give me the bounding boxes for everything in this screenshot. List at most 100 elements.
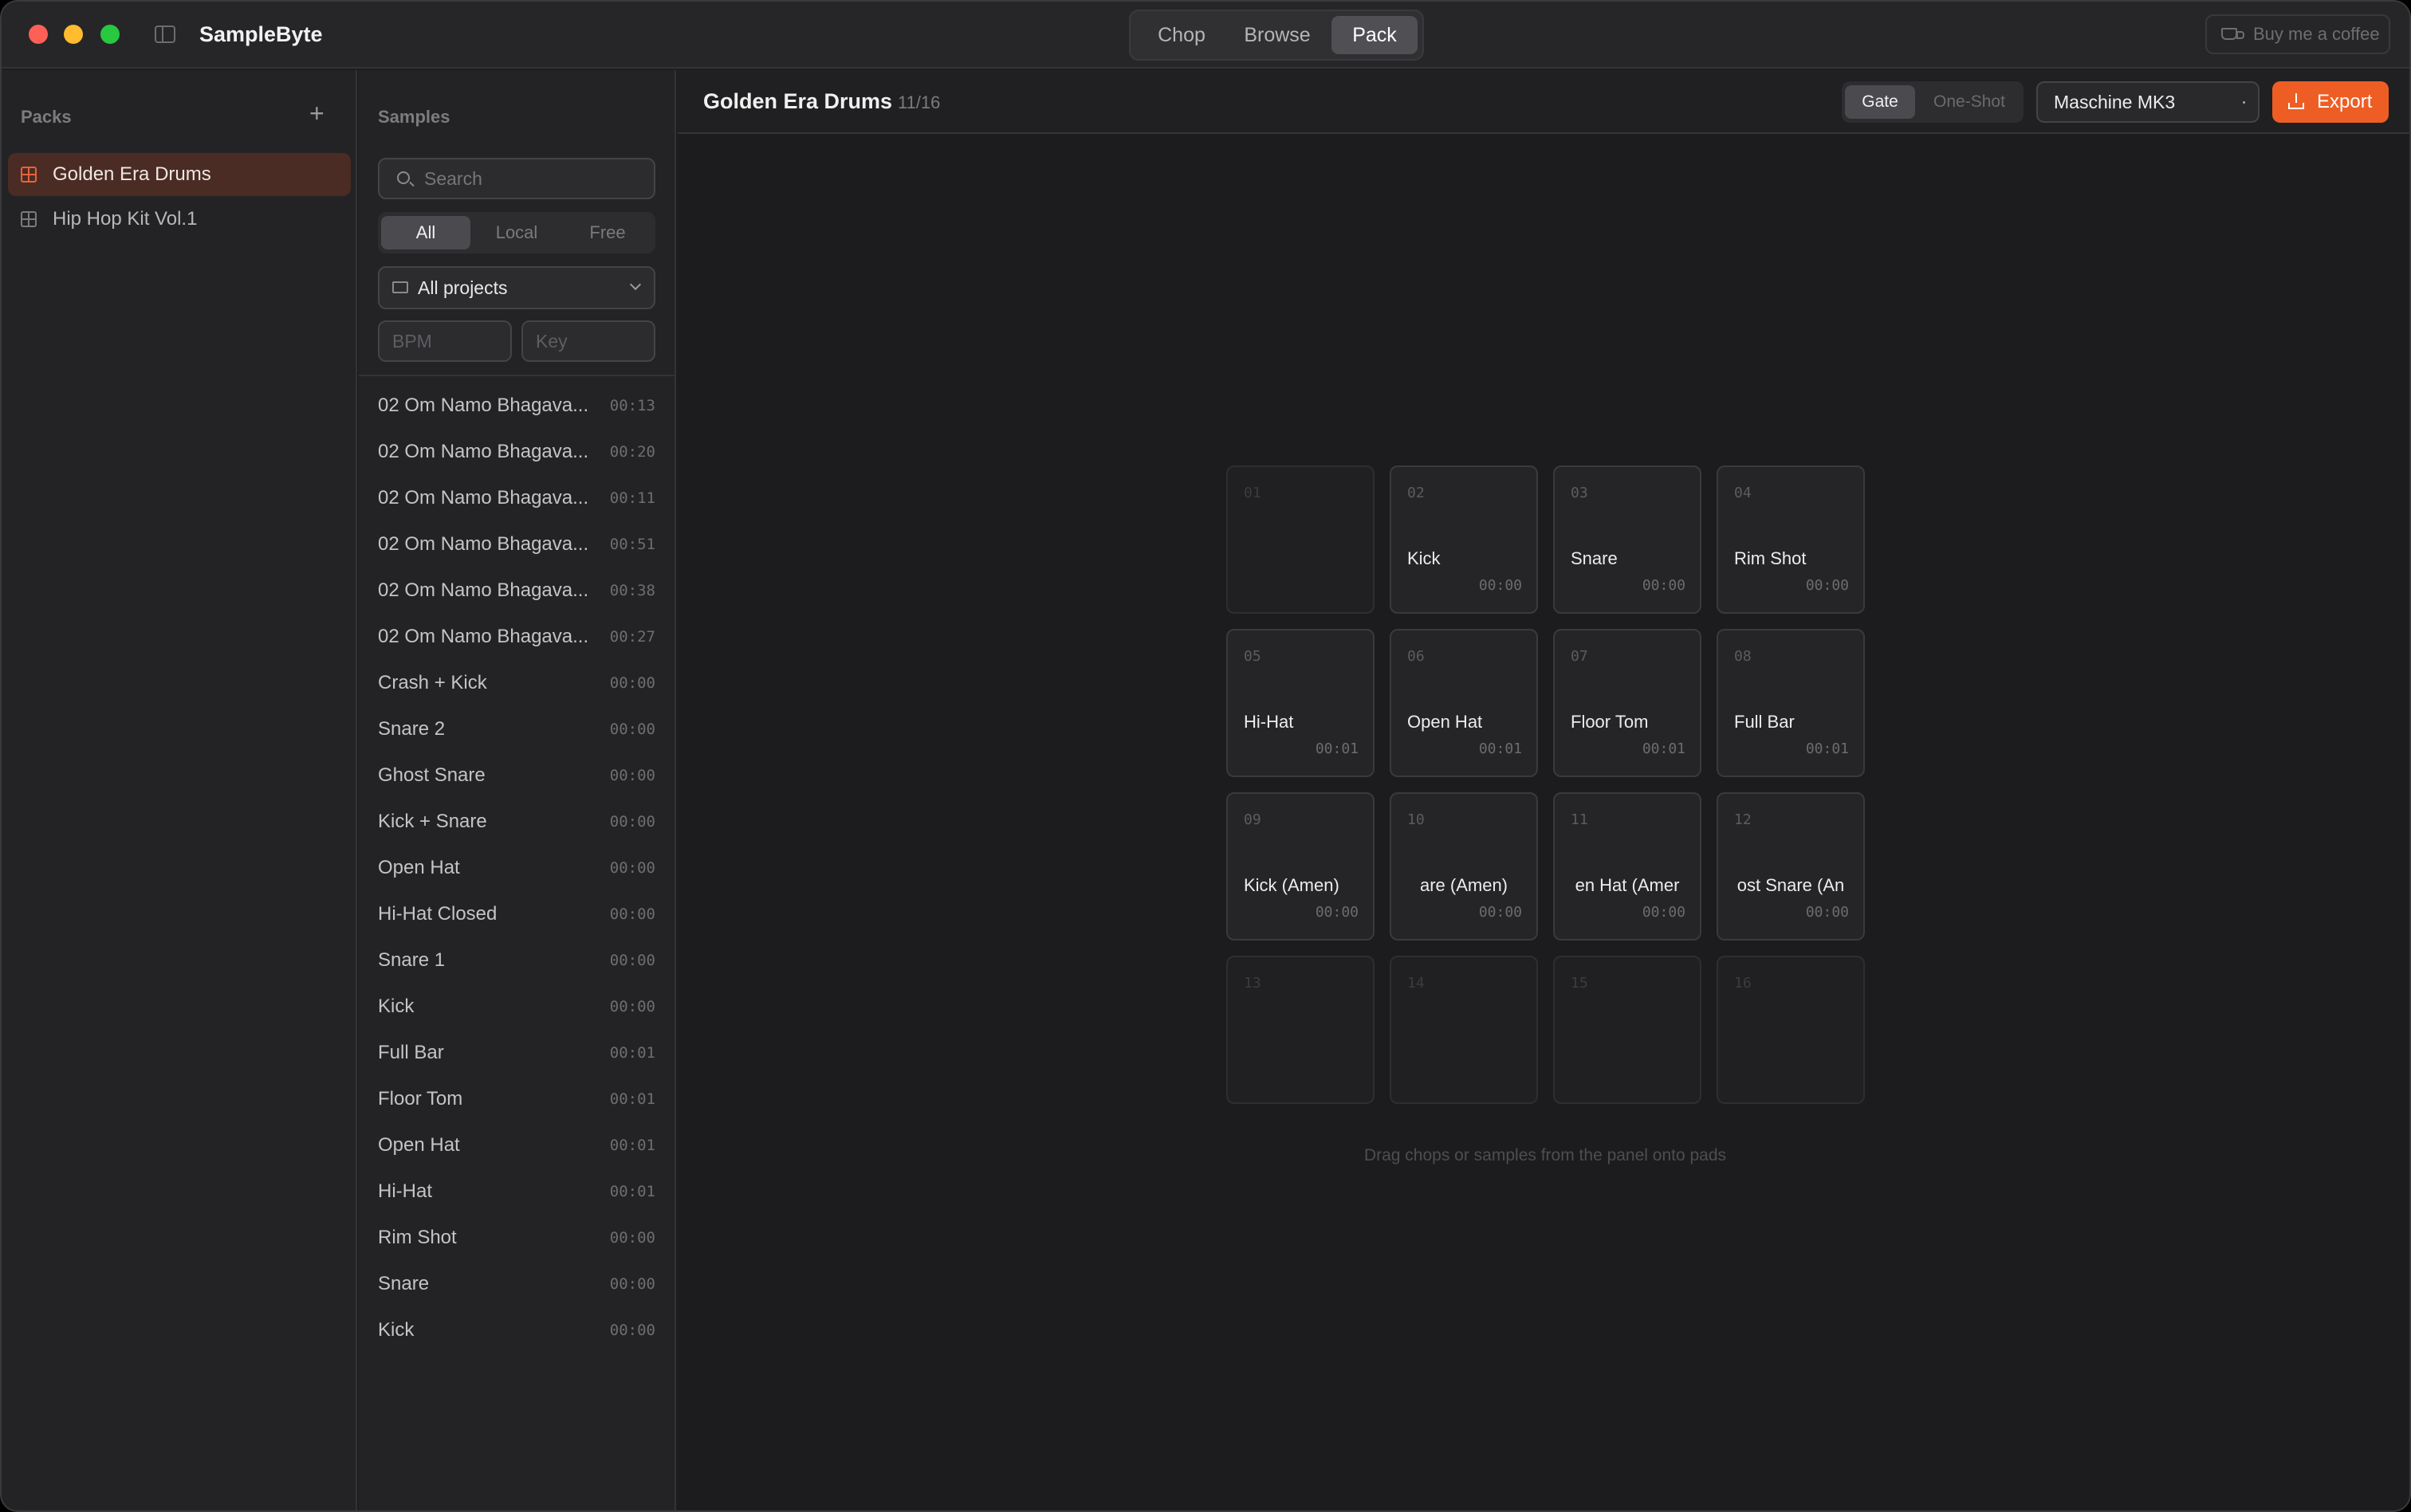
sample-row[interactable]: Floor Tom 00:01 — [378, 1076, 655, 1122]
pad-label: Full Bar — [1734, 712, 1795, 732]
sample-row[interactable]: Hi-Hat Closed 00:00 — [378, 891, 655, 937]
sample-row[interactable]: 02 Om Namo Bhagava... 00:27 — [378, 614, 655, 660]
sample-row[interactable]: 02 Om Namo Bhagava... 00:20 — [378, 429, 655, 475]
tab-pack[interactable]: Pack — [1331, 16, 1418, 54]
pad-08[interactable]: 08 Full Bar 00:01 — [1717, 629, 1865, 777]
tab-chop[interactable]: Chop — [1139, 16, 1225, 54]
sample-name: Full Bar — [378, 1042, 444, 1063]
pad-02[interactable]: 02 Kick 00:00 — [1390, 465, 1538, 614]
sample-row[interactable]: Snare 00:00 — [378, 1261, 655, 1307]
samples-panel: Samples Search All Local Free All projec… — [359, 70, 676, 1510]
sample-row[interactable]: Snare 1 00:00 — [378, 937, 655, 984]
sample-duration: 00:00 — [609, 721, 655, 738]
sample-duration: 00:51 — [609, 536, 655, 553]
export-button[interactable]: Export — [2272, 81, 2389, 123]
pad-11[interactable]: 11 en Hat (Amer 00:00 — [1553, 792, 1701, 941]
pad-label: Kick — [1407, 548, 1441, 568]
pad-12[interactable]: 12 ost Snare (An 00:00 — [1717, 792, 1865, 941]
device-select[interactable]: Maschine MK3 — [2036, 81, 2260, 123]
pad-number: 01 — [1244, 485, 1261, 501]
pad-duration: 00:01 — [1805, 740, 1849, 757]
sample-row[interactable]: Snare 2 00:00 — [378, 706, 655, 752]
close-window-button[interactable] — [29, 25, 48, 44]
filter-free[interactable]: Free — [563, 216, 652, 249]
sample-duration: 00:00 — [609, 674, 655, 692]
pad-label: Rim Shot — [1734, 548, 1807, 568]
filter-all[interactable]: All — [381, 216, 470, 249]
minimize-window-button[interactable] — [64, 25, 83, 44]
sample-duration: 00:00 — [609, 813, 655, 831]
pack-item-golden-era-drums[interactable]: Golden Era Drums — [8, 153, 351, 196]
packs-panel: Packs + Golden Era Drums Hip Hop Kit Vol… — [2, 70, 357, 1510]
sample-name: Kick — [378, 1319, 415, 1341]
add-pack-button[interactable]: + — [309, 100, 324, 126]
sample-row[interactable]: 02 Om Namo Bhagava... 00:38 — [378, 567, 655, 614]
pack-item-label: Hip Hop Kit Vol.1 — [53, 208, 198, 230]
sample-row[interactable]: 02 Om Namo Bhagava... 00:11 — [378, 475, 655, 521]
sample-row[interactable]: Ghost Snare 00:00 — [378, 752, 655, 799]
app-title: SampleByte — [199, 22, 323, 46]
pad-number: 07 — [1571, 648, 1588, 665]
pad-duration: 00:00 — [1805, 904, 1849, 921]
pad-16[interactable]: 16 — [1717, 956, 1865, 1104]
sample-row[interactable]: Rim Shot 00:00 — [378, 1215, 655, 1261]
pad-number: 15 — [1571, 975, 1588, 992]
pad-duration: 00:00 — [1478, 577, 1522, 594]
sidebar-toggle-icon[interactable] — [155, 26, 175, 43]
sample-row[interactable]: Kick 00:00 — [378, 984, 655, 1030]
pad-09[interactable]: 09 Kick (Amen) 00:00 — [1226, 792, 1375, 941]
mode-one-shot[interactable]: One-Shot — [1918, 85, 2020, 119]
sample-row[interactable]: 02 Om Namo Bhagava... 00:13 — [378, 383, 655, 429]
pad-duration: 00:00 — [1478, 904, 1522, 921]
pad-number: 02 — [1407, 485, 1425, 501]
sample-name: Snare — [378, 1273, 430, 1294]
sample-row[interactable]: 02 Om Namo Bhagava... 00:51 — [378, 521, 655, 567]
pad-04[interactable]: 04 Rim Shot 00:00 — [1717, 465, 1865, 614]
grid-icon — [21, 211, 37, 227]
pad-06[interactable]: 06 Open Hat 00:01 — [1390, 629, 1538, 777]
pad-01[interactable]: 01 — [1226, 465, 1375, 614]
pad-label: Hi-Hat — [1244, 712, 1294, 732]
pad-05[interactable]: 05 Hi-Hat 00:01 — [1226, 629, 1375, 777]
coffee-cup-icon — [2221, 28, 2244, 40]
sample-duration: 00:00 — [609, 952, 655, 969]
pad-07[interactable]: 07 Floor Tom 00:01 — [1553, 629, 1701, 777]
pad-duration: 00:00 — [1642, 577, 1685, 594]
mode-gate[interactable]: Gate — [1845, 85, 1915, 119]
buy-coffee-button[interactable]: Buy me a coffee — [2205, 14, 2390, 54]
playback-mode: Gate One-Shot — [1842, 81, 2024, 123]
key-input[interactable]: Key — [521, 320, 655, 362]
tab-browse[interactable]: Browse — [1229, 16, 1325, 54]
search-input[interactable]: Search — [378, 158, 655, 199]
pad-number: 03 — [1571, 485, 1588, 501]
pad-number: 14 — [1407, 975, 1425, 992]
pad-label: ost Snare (An — [1736, 875, 1845, 895]
pad-13[interactable]: 13 — [1226, 956, 1375, 1104]
zoom-window-button[interactable] — [100, 25, 120, 44]
pad-label: en Hat (Amer — [1575, 875, 1680, 895]
pad-15[interactable]: 15 — [1553, 956, 1701, 1104]
pad-number: 11 — [1571, 811, 1588, 828]
pad-14[interactable]: 14 — [1390, 956, 1538, 1104]
pad-10[interactable]: 10 are (Amen) 00:00 — [1390, 792, 1538, 941]
sample-row[interactable]: Hi-Hat 00:01 — [378, 1168, 655, 1215]
pad-duration: 00:01 — [1478, 740, 1522, 757]
sample-row[interactable]: Kick + Snare 00:00 — [378, 799, 655, 845]
filter-local[interactable]: Local — [472, 216, 561, 249]
project-select[interactable]: All projects — [378, 266, 655, 309]
pad-label: are (Amen) — [1419, 875, 1508, 895]
pad-03[interactable]: 03 Snare 00:00 — [1553, 465, 1701, 614]
pack-item-hip-hop-kit[interactable]: Hip Hop Kit Vol.1 — [8, 198, 351, 241]
sample-row[interactable]: Open Hat 00:00 — [378, 845, 655, 891]
sample-row[interactable]: Open Hat 00:01 — [378, 1122, 655, 1168]
pad-number: 13 — [1244, 975, 1261, 992]
bpm-input[interactable]: BPM — [378, 320, 512, 362]
pad-number: 10 — [1407, 811, 1425, 828]
download-icon — [2288, 93, 2304, 109]
sample-row[interactable]: Crash + Kick 00:00 — [378, 660, 655, 706]
sample-name: Open Hat — [378, 857, 460, 878]
sample-row[interactable]: Full Bar 00:01 — [378, 1030, 655, 1076]
search-placeholder: Search — [424, 168, 482, 189]
pad-duration: 00:00 — [1805, 577, 1849, 594]
sample-row[interactable]: Kick 00:00 — [378, 1307, 655, 1353]
